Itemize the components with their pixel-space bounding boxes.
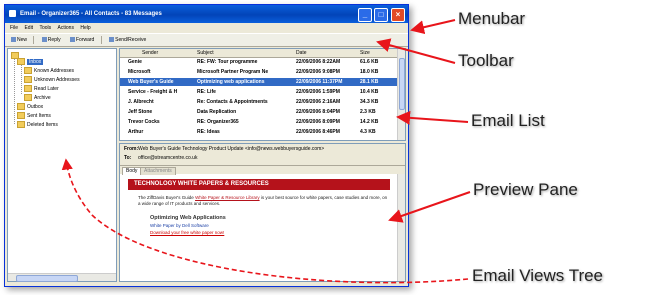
callout-arrows [61, 19, 471, 284]
arrow-email-views-tree [61, 158, 469, 284]
arrow-toolbar [376, 38, 456, 64]
arrow-preview-pane [388, 191, 471, 223]
arrow-menubar [410, 19, 456, 35]
arrow-email-list [396, 110, 469, 125]
